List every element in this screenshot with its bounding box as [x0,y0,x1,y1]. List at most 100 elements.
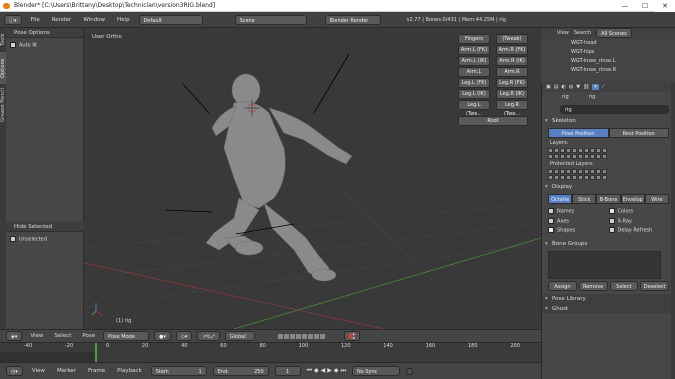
sync-dropdown[interactable]: No Sync [351,366,400,376]
remove-button[interactable]: Remove [578,280,608,291]
display-wire[interactable]: Wire [644,194,670,204]
shading-dropdown[interactable]: ●▾ [154,331,172,341]
ghost-header[interactable]: Ghost [542,303,675,314]
xray-checkbox[interactable] [608,217,615,224]
prev-key-icon[interactable]: ◆ [314,367,319,375]
outliner-item[interactable]: WGT-head [571,39,675,48]
play-reverse-icon[interactable]: ◀ [321,367,326,375]
layout-selector[interactable]: Default [138,14,203,25]
editor-type-dropdown[interactable]: ⓘ▾ [4,14,22,25]
armature-name-field[interactable]: rig [560,105,669,114]
3d-viewport[interactable]: User Ortho (1) rig Fingers Arm.L (FK) Ar… [84,28,541,329]
rig-button-arm-l-tweak[interactable]: Arm.L (Twe... [458,67,490,84]
start-frame-field[interactable]: Start: 1 [150,366,207,376]
rig-button-leg-r-ik[interactable]: Leg.R (IK) [496,89,528,99]
outliner-search[interactable]: Search [574,28,591,38]
display-bbone[interactable]: B-Bone [596,194,621,204]
rig-button-arm-r-ik[interactable]: Arm.R (IK) [496,56,528,66]
colors-option[interactable]: ✓ Colors [608,208,670,215]
auto-ik-row[interactable]: Auto IK [6,38,83,53]
display-header[interactable]: Display [542,182,675,192]
scene-icon[interactable]: ◐ [561,84,565,90]
jump-end-icon[interactable]: ⏭ [341,367,346,375]
menu-select[interactable]: Select [51,333,74,339]
manipulator-toggle[interactable]: ↗↻⤢ [197,331,220,341]
viewport-editor-type[interactable]: ◈▾ [6,331,23,341]
scene-selector[interactable]: Scene [234,14,307,25]
deselect-button[interactable]: Deselect [640,280,669,291]
skeleton-header[interactable]: Skeleton [542,116,675,126]
layers-icon[interactable]: ▤ [554,84,559,90]
playback-controls[interactable]: ⏮ ◆ ◀ ▶ ◆ ⏭ [307,367,346,375]
next-key-icon[interactable]: ◆ [334,367,339,375]
world-icon[interactable]: ◍ [569,84,573,90]
names-option[interactable]: Names [548,208,609,215]
outliner-item[interactable]: WGT-knee_rinse.R [571,66,675,75]
play-icon[interactable]: ▶ [327,367,332,375]
character-mesh[interactable] [205,73,353,282]
delay-refresh-option[interactable]: Delay Refresh [608,227,670,234]
outliner[interactable]: View Search All Scenes WGT-head WGT-hips… [541,28,675,82]
menu-view[interactable]: View [27,333,46,339]
properties-scrollbar[interactable] [671,82,675,379]
current-frame-field[interactable]: 1 [274,366,301,376]
display-envelope[interactable]: Envelop [620,194,645,204]
rig-button-arm-r-tweak[interactable]: Arm.R (Twe... [496,67,528,84]
names-checkbox[interactable] [548,208,554,214]
minimize-button[interactable]: — [615,0,635,12]
menu-window[interactable]: Window [80,17,108,23]
rig-button-arm-r-fk[interactable]: Arm.R (FK) [496,45,528,55]
display-octahedral[interactable]: Octahe [548,194,573,204]
axes-option[interactable]: Axes [548,217,609,224]
rig-button-fingers[interactable]: Fingers [458,34,490,44]
protected-layers-grid[interactable] [548,169,669,180]
menu-help[interactable]: Help [114,17,133,23]
menu-view[interactable]: View [29,368,48,374]
hide-selected-header[interactable]: Hide Selected [6,222,84,232]
axes-checkbox[interactable] [548,217,554,224]
menu-pose[interactable]: Pose [79,333,98,339]
display-type-tabs[interactable]: Octahe Stick B-Bone Envelop Wire [548,194,670,204]
layers-grid[interactable] [548,148,669,159]
unselected-checkbox[interactable] [10,236,16,242]
rest-position-button[interactable]: Rest Position [608,128,669,138]
object-icon[interactable]: ▼ [576,84,580,90]
rig-button-leg-r-tweak[interactable]: Leg.R (Twe... [496,100,528,117]
menu-file[interactable]: File [28,17,43,23]
xray-option[interactable]: X-Ray [608,217,670,224]
rig-button-arm-l-fk[interactable]: Arm.L (FK) [458,45,490,55]
outliner-item[interactable]: WGT-knee_rinse.L [571,57,675,66]
menu-marker[interactable]: Marker [54,368,79,374]
shapes-checkbox[interactable]: ✓ [548,227,554,234]
bone-icon[interactable]: ⟋ [602,84,606,90]
menu-playback[interactable]: Playback [114,368,145,374]
bone-groups-list[interactable] [548,250,661,279]
current-frame-indicator[interactable] [95,343,97,363]
orientation-dropdown[interactable]: Global [224,331,255,341]
layer-buttons[interactable] [277,333,325,339]
rig-button-leg-l-tweak[interactable]: Leg.L (Twe... [458,100,490,117]
rig-button-tweak[interactable]: (Tweak) [496,34,528,44]
maximize-button[interactable]: ☐ [635,0,655,12]
menu-frame[interactable]: Frame [85,368,108,374]
rig-button-leg-l-ik[interactable]: Leg.L (IK) [458,89,490,99]
jump-start-icon[interactable]: ⏮ [307,367,312,375]
pose-options-header[interactable]: Pose Options [6,28,83,38]
auto-ik-checkbox[interactable] [10,42,16,48]
pose-position-button[interactable]: Pose Position [548,128,609,138]
outliner-item[interactable]: WGT-hips [571,48,675,57]
rig-button-leg-l-fk[interactable]: Leg.L (FK) [458,78,490,88]
close-button[interactable]: ✕ [655,0,675,12]
menu-render[interactable]: Render [49,17,75,23]
assign-button[interactable]: Assign [548,280,577,291]
rig-button-leg-r-fk[interactable]: Leg.R (FK) [496,78,528,88]
shapes-option[interactable]: ✓ Shapes [548,227,609,234]
rig-button-arm-l-ik[interactable]: Arm.L (IK) [458,56,490,66]
select-button[interactable]: Select [609,280,639,291]
position-toggle[interactable]: Pose Position Rest Position [548,128,669,138]
pose-library-header[interactable]: Pose Library [542,293,675,304]
render-engine-dropdown[interactable]: Blender Render [324,14,381,25]
outliner-display-mode[interactable]: All Scenes [596,28,632,38]
bone-groups-header[interactable]: Bone Groups [542,239,675,249]
delay-refresh-checkbox[interactable] [608,227,615,233]
